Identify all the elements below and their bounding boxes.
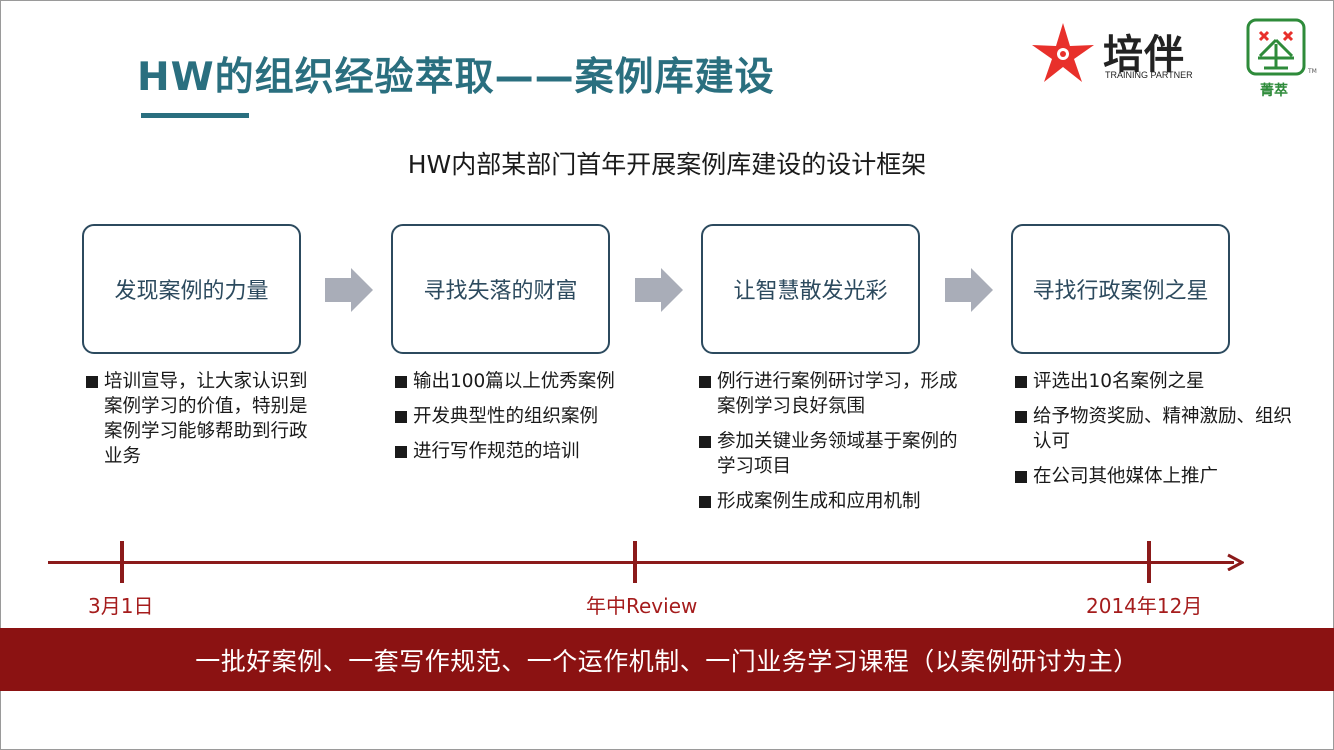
slide-title: HW的组织经验萃取——案例库建设 [137,55,775,100]
right-arrow-icon [635,268,683,312]
bullet-item: 参加关键业务领域基于案例的学习项目 [699,429,961,479]
title-underline [141,113,249,118]
bullet-text: 参加关键业务领域基于案例的学习项目 [717,431,958,477]
bullet-square-icon [395,446,407,458]
bullet-text: 给予物资奖励、精神激励、组织认可 [1033,406,1293,452]
framework-subtitle: HW内部某部门首年开展案例库建设的设计框架 [407,150,927,179]
bullet-text: 进行写作规范的培训 [413,441,580,462]
bullet-item: 评选出10名案例之星 [1015,369,1297,394]
timeline-label-end: 2014年12月 [1086,594,1203,618]
stage-4-bullets: 评选出10名案例之星 给予物资奖励、精神激励、组织认可 在公司其他媒体上推广 [1015,369,1297,499]
bullet-item: 培训宣导，让大家认识到案例学习的价值，特别是案例学习能够帮助到行政业务 [86,369,311,469]
bullet-item: 输出100篇以上优秀案例 [395,369,655,394]
bullet-item: 例行进行案例研讨学习，形成案例学习良好氛围 [699,369,961,419]
stage-2-bullets: 输出100篇以上优秀案例 开发典型性的组织案例 进行写作规范的培训 [395,369,655,474]
timeline-axis [48,561,1234,564]
summary-banner: 一批好案例、一套写作规范、一个运作机制、一门业务学习课程（以案例研讨为主） [0,628,1334,691]
jingcui-logo: TM 菁萃 [1246,18,1317,102]
bullet-square-icon [1015,471,1027,483]
right-arrow-icon [945,268,993,312]
bullet-square-icon [395,411,407,423]
star-logo-icon [1032,23,1094,82]
bullet-text: 评选出10名案例之星 [1033,371,1205,392]
bullet-text: 例行进行案例研讨学习，形成案例学习良好氛围 [717,371,958,417]
bullet-square-icon [699,436,711,448]
bullet-item: 给予物资奖励、精神激励、组织认可 [1015,404,1297,454]
bullet-text: 形成案例生成和应用机制 [717,491,921,512]
jingcui-logo-icon [1246,18,1306,76]
bullet-item: 形成案例生成和应用机制 [699,489,961,514]
peiban-logo: 培伴 TRAINING PARTNER [1030,20,1220,84]
timeline-tick-mid [633,541,637,583]
timeline-tick-end [1147,541,1151,583]
timeline-label-mid: 年中Review [586,594,698,618]
bullet-square-icon [86,376,98,388]
bullet-text: 开发典型性的组织案例 [413,406,599,427]
stage-3-bullets: 例行进行案例研讨学习，形成案例学习良好氛围 参加关键业务领域基于案例的学习项目 … [699,369,961,524]
timeline-tick-start [120,541,124,583]
stage-box-4: 寻找行政案例之星 [1011,224,1230,354]
stage-box-1: 发现案例的力量 [82,224,301,354]
bullet-square-icon [395,376,407,388]
jingcui-logo-name: 菁萃 [1260,83,1288,99]
arrow-head-icon [1227,553,1244,571]
peiban-logo-tagline: TRAINING PARTNER [1105,70,1193,80]
bullet-text: 在公司其他媒体上推广 [1033,466,1219,487]
stage-1-bullets: 培训宣导，让大家认识到案例学习的价值，特别是案例学习能够帮助到行政业务 [86,369,311,479]
bullet-square-icon [699,496,711,508]
bullet-text: 培训宣导，让大家认识到案例学习的价值，特别是案例学习能够帮助到行政业务 [104,371,308,467]
bullet-square-icon [699,376,711,388]
stage-box-2: 寻找失落的财富 [391,224,610,354]
bullet-text: 输出100篇以上优秀案例 [413,371,615,392]
stage-box-3: 让智慧散发光彩 [701,224,920,354]
jingcui-tm: TM [1308,68,1317,75]
bullet-item: 开发典型性的组织案例 [395,404,655,429]
bullet-square-icon [1015,376,1027,388]
right-arrow-icon [325,268,373,312]
bullet-item: 在公司其他媒体上推广 [1015,464,1297,489]
bullet-square-icon [1015,411,1027,423]
timeline-label-start: 3月1日 [88,594,154,618]
bullet-item: 进行写作规范的培训 [395,439,655,464]
